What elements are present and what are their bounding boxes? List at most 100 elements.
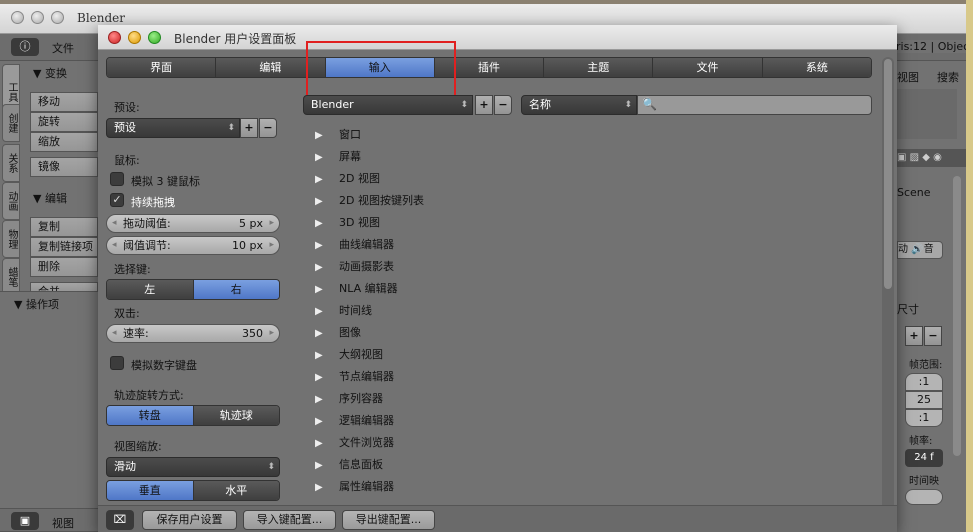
save-user-settings-button[interactable]: 保存用户设置 (142, 510, 237, 530)
dialog-zoom-button[interactable] (148, 31, 161, 44)
expand-triangle-icon[interactable]: ▶ (315, 147, 331, 169)
keymap-item[interactable]: ▶ 节点编辑器 (315, 366, 394, 388)
keymap-item[interactable]: ▶ 属性编辑器 (315, 476, 394, 498)
drag-threshold-field[interactable]: 拖动阈值: 5 px (106, 214, 280, 233)
transform-panel-header[interactable]: ▼ 变换 (33, 65, 67, 81)
tweak-threshold-field[interactable]: 阈值调节: 10 px (106, 236, 280, 255)
expand-triangle-icon[interactable]: ▶ (315, 301, 331, 323)
expand-triangle-icon[interactable]: ▶ (315, 169, 331, 191)
duplicate-linked-button[interactable]: 复制链接项 (30, 237, 98, 257)
expand-triangle-icon[interactable]: ▶ (315, 411, 331, 433)
remove-preset-button[interactable]: − (259, 118, 277, 138)
tab-system[interactable]: 系统 (762, 58, 871, 77)
editor-type-button[interactable]: ⌧ (106, 510, 134, 530)
add-preset-button[interactable]: + (905, 326, 923, 346)
expand-triangle-icon[interactable]: ▶ (315, 257, 331, 279)
import-keyconfig-button[interactable]: 导入键配置... (243, 510, 336, 530)
delete-button[interactable]: 删除 (30, 257, 98, 277)
menu-view-right[interactable]: 视图 (897, 69, 919, 85)
add-preset-button[interactable]: + (240, 118, 258, 138)
scale-button[interactable]: 缩放 (30, 132, 98, 152)
keymap-item[interactable]: ▶ 时间线 (315, 300, 372, 322)
keymap-search-field[interactable]: 🔍 (637, 95, 872, 115)
expand-triangle-icon[interactable]: ▶ (315, 279, 331, 301)
keymap-item[interactable]: ▶ 2D 视图 (315, 168, 380, 190)
zoom-style-dropdown[interactable]: 滑动 ⬍ (106, 457, 280, 477)
orbit-turntable-button[interactable]: 转盘 (107, 406, 194, 425)
keymap-item[interactable]: ▶ NLA 编辑器 (315, 278, 398, 300)
tab-interface[interactable]: 界面 (107, 58, 217, 77)
properties-context-icons[interactable]: ▣ ▨ ◆ ◉ (897, 149, 966, 167)
search-type-dropdown[interactable]: 名称 ⬍ (521, 95, 637, 115)
expand-triangle-icon[interactable]: ▶ (315, 367, 331, 389)
time-remap-fields[interactable] (905, 489, 943, 505)
emulate-numpad-checkbox[interactable] (110, 356, 124, 370)
orbit-trackball-button[interactable]: 轨迹球 (193, 406, 279, 425)
keymap-item[interactable]: ▶ 大纲视图 (315, 344, 383, 366)
vtab-physics[interactable]: 物理 (2, 220, 20, 258)
info-editor-button[interactable]: ⓘ (11, 38, 39, 56)
emulate-3-button-checkbox[interactable] (110, 172, 124, 186)
dialog-scrollbar-thumb[interactable] (884, 59, 892, 289)
presets-dropdown[interactable]: 预设 ⬍ (106, 118, 240, 138)
double-click-speed-field[interactable]: 速率: 350 (106, 324, 280, 343)
3d-view-editor-button[interactable]: ▣ (11, 512, 39, 530)
remove-keymap-preset-button[interactable]: − (494, 95, 512, 115)
expand-triangle-icon[interactable]: ▶ (315, 345, 331, 367)
vtab-animation[interactable]: 动画 (2, 182, 20, 220)
dialog-close-button[interactable] (108, 31, 121, 44)
expand-triangle-icon[interactable]: ▶ (315, 433, 331, 455)
vtab-relations[interactable]: 关系 (2, 144, 20, 182)
zoom-vertical-button[interactable]: 垂直 (107, 481, 194, 500)
zoom-button[interactable] (51, 11, 64, 24)
add-keymap-preset-button[interactable]: + (475, 95, 493, 115)
tab-file[interactable]: 文件 (653, 58, 763, 77)
menu-search[interactable]: 搜索 (937, 69, 959, 85)
minimize-button[interactable] (31, 11, 44, 24)
continuous-grab-checkbox[interactable]: ✓ (110, 193, 124, 207)
menu-file[interactable]: 文件 (52, 40, 74, 56)
dialog-minimize-button[interactable] (128, 31, 141, 44)
duplicate-button[interactable]: 复制 (30, 217, 98, 237)
remove-preset-button[interactable]: − (924, 326, 942, 346)
close-button[interactable] (11, 11, 24, 24)
expand-triangle-icon[interactable]: ▶ (315, 235, 331, 257)
export-keyconfig-button[interactable]: 导出键配置... (342, 510, 435, 530)
keymap-item[interactable]: ▶ 曲线编辑器 (315, 234, 394, 256)
rotate-button[interactable]: 旋转 (30, 112, 98, 132)
keymap-item[interactable]: ▶ 动画摄影表 (315, 256, 394, 278)
frame-rate-dropdown[interactable]: 24 f (905, 449, 943, 467)
expand-triangle-icon[interactable]: ▶ (315, 455, 331, 477)
frame-end-field[interactable]: 25 (905, 391, 943, 409)
expand-triangle-icon[interactable]: ▶ (315, 323, 331, 345)
select-right-button[interactable]: 右 (193, 280, 279, 299)
move-button[interactable]: 移动 (30, 92, 98, 112)
menu-view[interactable]: 视图 (52, 515, 74, 531)
operator-panel[interactable]: ▼ 操作项 (0, 291, 98, 506)
keymap-item[interactable]: ▶ 窗口 (315, 124, 361, 146)
keymap-item[interactable]: ▶ 屏幕 (315, 146, 361, 168)
keymap-item[interactable]: ▶ 序列容器 (315, 388, 383, 410)
keymap-preset-dropdown[interactable]: Blender ⬍ (303, 95, 473, 115)
keymap-item[interactable]: ▶ 文件浏览器 (315, 432, 394, 454)
edit-panel-header[interactable]: ▼ 编辑 (33, 190, 67, 206)
expand-triangle-icon[interactable]: ▶ (315, 213, 331, 235)
select-left-button[interactable]: 左 (107, 280, 194, 299)
keymap-search-input[interactable] (660, 97, 865, 113)
properties-scrollbar[interactable] (953, 176, 961, 456)
expand-triangle-icon[interactable]: ▶ (315, 191, 331, 213)
zoom-horizontal-button[interactable]: 水平 (193, 481, 279, 500)
dialog-scrollbar[interactable] (882, 57, 894, 527)
expand-triangle-icon[interactable]: ▶ (315, 389, 331, 411)
expand-triangle-icon[interactable]: ▶ (315, 477, 331, 499)
expand-triangle-icon[interactable]: ▶ (315, 125, 331, 147)
frame-step-field[interactable]: :1 (905, 409, 943, 427)
keymap-item[interactable]: ▶ 图像 (315, 322, 361, 344)
keymap-item[interactable]: ▶ 逻辑编辑器 (315, 410, 394, 432)
keymap-item[interactable]: ▶ 2D 视图按键列表 (315, 190, 424, 212)
tab-themes[interactable]: 主题 (544, 58, 654, 77)
keymap-item[interactable]: ▶ 信息面板 (315, 454, 383, 476)
mirror-button[interactable]: 镜像 (30, 157, 98, 177)
vtab-create[interactable]: 创建 (2, 104, 20, 142)
frame-start-field[interactable]: :1 (905, 373, 943, 391)
